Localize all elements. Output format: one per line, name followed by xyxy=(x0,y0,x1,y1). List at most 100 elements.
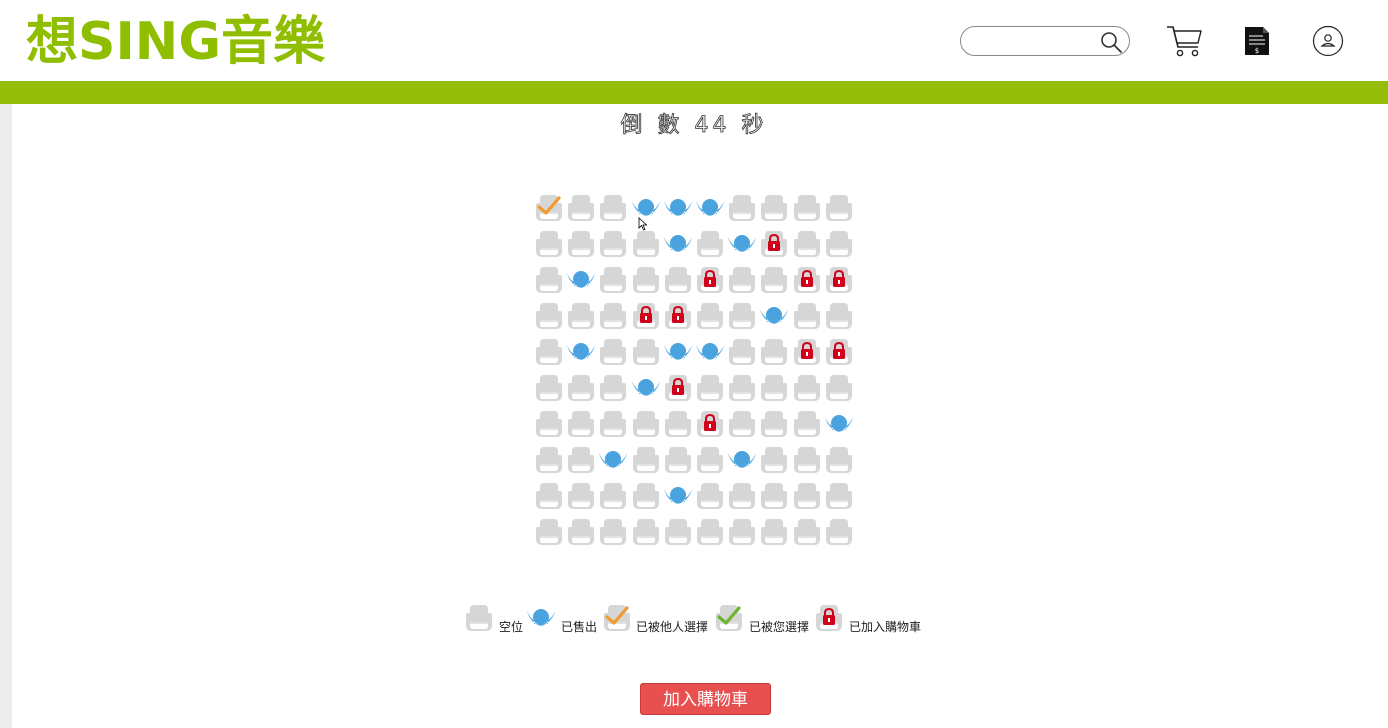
seat-r7-c4-empty[interactable] xyxy=(631,408,661,438)
seat-r10-c9-empty[interactable] xyxy=(792,516,822,546)
seat-r3-c7-empty[interactable] xyxy=(727,264,757,294)
seat-map xyxy=(534,192,856,548)
seat-r4-c1-empty[interactable] xyxy=(534,300,564,330)
seat-r6-c9-empty[interactable] xyxy=(792,372,822,402)
seat-r3-c2-sold xyxy=(566,264,596,294)
site-logo[interactable]: 想SING音樂 xyxy=(26,10,325,74)
seat-r8-c6-empty[interactable] xyxy=(695,444,725,474)
seat-r3-c3-empty[interactable] xyxy=(598,264,628,294)
seat-r9-c2-empty[interactable] xyxy=(566,480,596,510)
seat-r6-c3-empty[interactable] xyxy=(598,372,628,402)
seat-r9-c7-empty[interactable] xyxy=(727,480,757,510)
seat-r3-c10-in-cart xyxy=(824,264,854,294)
seat-r6-c8-empty[interactable] xyxy=(759,372,789,402)
seat-r10-c4-empty[interactable] xyxy=(631,516,661,546)
seat-r10-c1-empty[interactable] xyxy=(534,516,564,546)
mouse-cursor xyxy=(638,217,648,231)
seat-r9-c6-empty[interactable] xyxy=(695,480,725,510)
seat-r5-c3-empty[interactable] xyxy=(598,336,628,366)
seat-r1-c9-empty[interactable] xyxy=(792,192,822,222)
seat-r7-c8-empty[interactable] xyxy=(759,408,789,438)
seat-r4-c3-empty[interactable] xyxy=(598,300,628,330)
seat-r7-c2-empty[interactable] xyxy=(566,408,596,438)
seat-r8-c8-empty[interactable] xyxy=(759,444,789,474)
seat-r8-c9-empty[interactable] xyxy=(792,444,822,474)
seat-r10-c8-empty[interactable] xyxy=(759,516,789,546)
seat-r8-c5-empty[interactable] xyxy=(663,444,693,474)
seat-r10-c6-empty[interactable] xyxy=(695,516,725,546)
seat-r3-c8-empty[interactable] xyxy=(759,264,789,294)
cart-icon[interactable] xyxy=(1165,24,1205,58)
legend-label: 已售出 xyxy=(561,620,598,634)
seat-r6-c7-empty[interactable] xyxy=(727,372,757,402)
seat-r8-c2-empty[interactable] xyxy=(566,444,596,474)
seat-r2-c9-empty[interactable] xyxy=(792,228,822,258)
seat-r2-c10-empty[interactable] xyxy=(824,228,854,258)
search-input[interactable] xyxy=(971,31,1097,53)
legend-sold-icon xyxy=(526,602,556,632)
seat-r1-c8-empty[interactable] xyxy=(759,192,789,222)
seat-r3-c4-empty[interactable] xyxy=(631,264,661,294)
seat-r5-c4-empty[interactable] xyxy=(631,336,661,366)
user-icon[interactable] xyxy=(1312,25,1344,57)
seat-r4-c10-empty[interactable] xyxy=(824,300,854,330)
seat-r2-c1-empty[interactable] xyxy=(534,228,564,258)
seat-r1-c10-empty[interactable] xyxy=(824,192,854,222)
seat-r5-c10-in-cart xyxy=(824,336,854,366)
seat-r1-c7-empty[interactable] xyxy=(727,192,757,222)
seat-r6-c10-empty[interactable] xyxy=(824,372,854,402)
seat-r6-c5-in-cart xyxy=(663,372,693,402)
seat-r9-c4-empty[interactable] xyxy=(631,480,661,510)
seat-r6-c2-empty[interactable] xyxy=(566,372,596,402)
seat-r1-c1-selected-by-others xyxy=(534,192,564,222)
seat-r5-c1-empty[interactable] xyxy=(534,336,564,366)
search-box[interactable] xyxy=(960,26,1130,56)
seat-r10-c2-empty[interactable] xyxy=(566,516,596,546)
seat-legend: 空位 已售出 已被他人選擇 已被您選擇 已加入購物車 xyxy=(464,602,934,638)
seat-r10-c10-empty[interactable] xyxy=(824,516,854,546)
seat-r8-c1-empty[interactable] xyxy=(534,444,564,474)
seat-r1-c3-empty[interactable] xyxy=(598,192,628,222)
legend-empty-icon xyxy=(464,602,494,632)
seat-r3-c5-empty[interactable] xyxy=(663,264,693,294)
search-icon[interactable] xyxy=(1099,30,1123,54)
seat-r7-c7-empty[interactable] xyxy=(727,408,757,438)
seat-r10-c5-empty[interactable] xyxy=(663,516,693,546)
document-icon[interactable]: $ xyxy=(1243,26,1271,56)
seat-r2-c6-empty[interactable] xyxy=(695,228,725,258)
seat-r8-c4-empty[interactable] xyxy=(631,444,661,474)
seat-r6-c4-sold xyxy=(631,372,661,402)
seat-r9-c10-empty[interactable] xyxy=(824,480,854,510)
seat-r4-c6-empty[interactable] xyxy=(695,300,725,330)
seat-r4-c7-empty[interactable] xyxy=(727,300,757,330)
site-header: 想SING音樂 $ xyxy=(0,0,1388,81)
seat-r5-c2-sold xyxy=(566,336,596,366)
seat-r6-c6-empty[interactable] xyxy=(695,372,725,402)
seat-r2-c4-empty[interactable] xyxy=(631,228,661,258)
seat-r9-c3-empty[interactable] xyxy=(598,480,628,510)
seat-r8-c7-sold xyxy=(727,444,757,474)
seat-r10-c3-empty[interactable] xyxy=(598,516,628,546)
seat-r3-c1-empty[interactable] xyxy=(534,264,564,294)
seat-r2-c3-empty[interactable] xyxy=(598,228,628,258)
add-to-cart-button[interactable]: 加入購物車 xyxy=(640,683,771,715)
seat-r4-c2-empty[interactable] xyxy=(566,300,596,330)
seat-r7-c5-empty[interactable] xyxy=(663,408,693,438)
seat-r9-c1-empty[interactable] xyxy=(534,480,564,510)
seat-r7-c1-empty[interactable] xyxy=(534,408,564,438)
seat-r5-c7-empty[interactable] xyxy=(727,336,757,366)
seat-r7-c9-empty[interactable] xyxy=(792,408,822,438)
seat-r6-c1-empty[interactable] xyxy=(534,372,564,402)
seat-r1-c2-empty[interactable] xyxy=(566,192,596,222)
seat-r5-c8-empty[interactable] xyxy=(759,336,789,366)
seat-r9-c8-empty[interactable] xyxy=(759,480,789,510)
seat-r9-c9-empty[interactable] xyxy=(792,480,822,510)
seat-r10-c7-empty[interactable] xyxy=(727,516,757,546)
seat-r4-c9-empty[interactable] xyxy=(792,300,822,330)
seat-r2-c2-empty[interactable] xyxy=(566,228,596,258)
seat-r1-c5-sold xyxy=(663,192,693,222)
countdown-timer: 倒 數 44 秒 xyxy=(620,113,768,139)
seat-r8-c10-empty[interactable] xyxy=(824,444,854,474)
legend-label: 已被他人選擇 xyxy=(636,620,709,634)
seat-r7-c3-empty[interactable] xyxy=(598,408,628,438)
